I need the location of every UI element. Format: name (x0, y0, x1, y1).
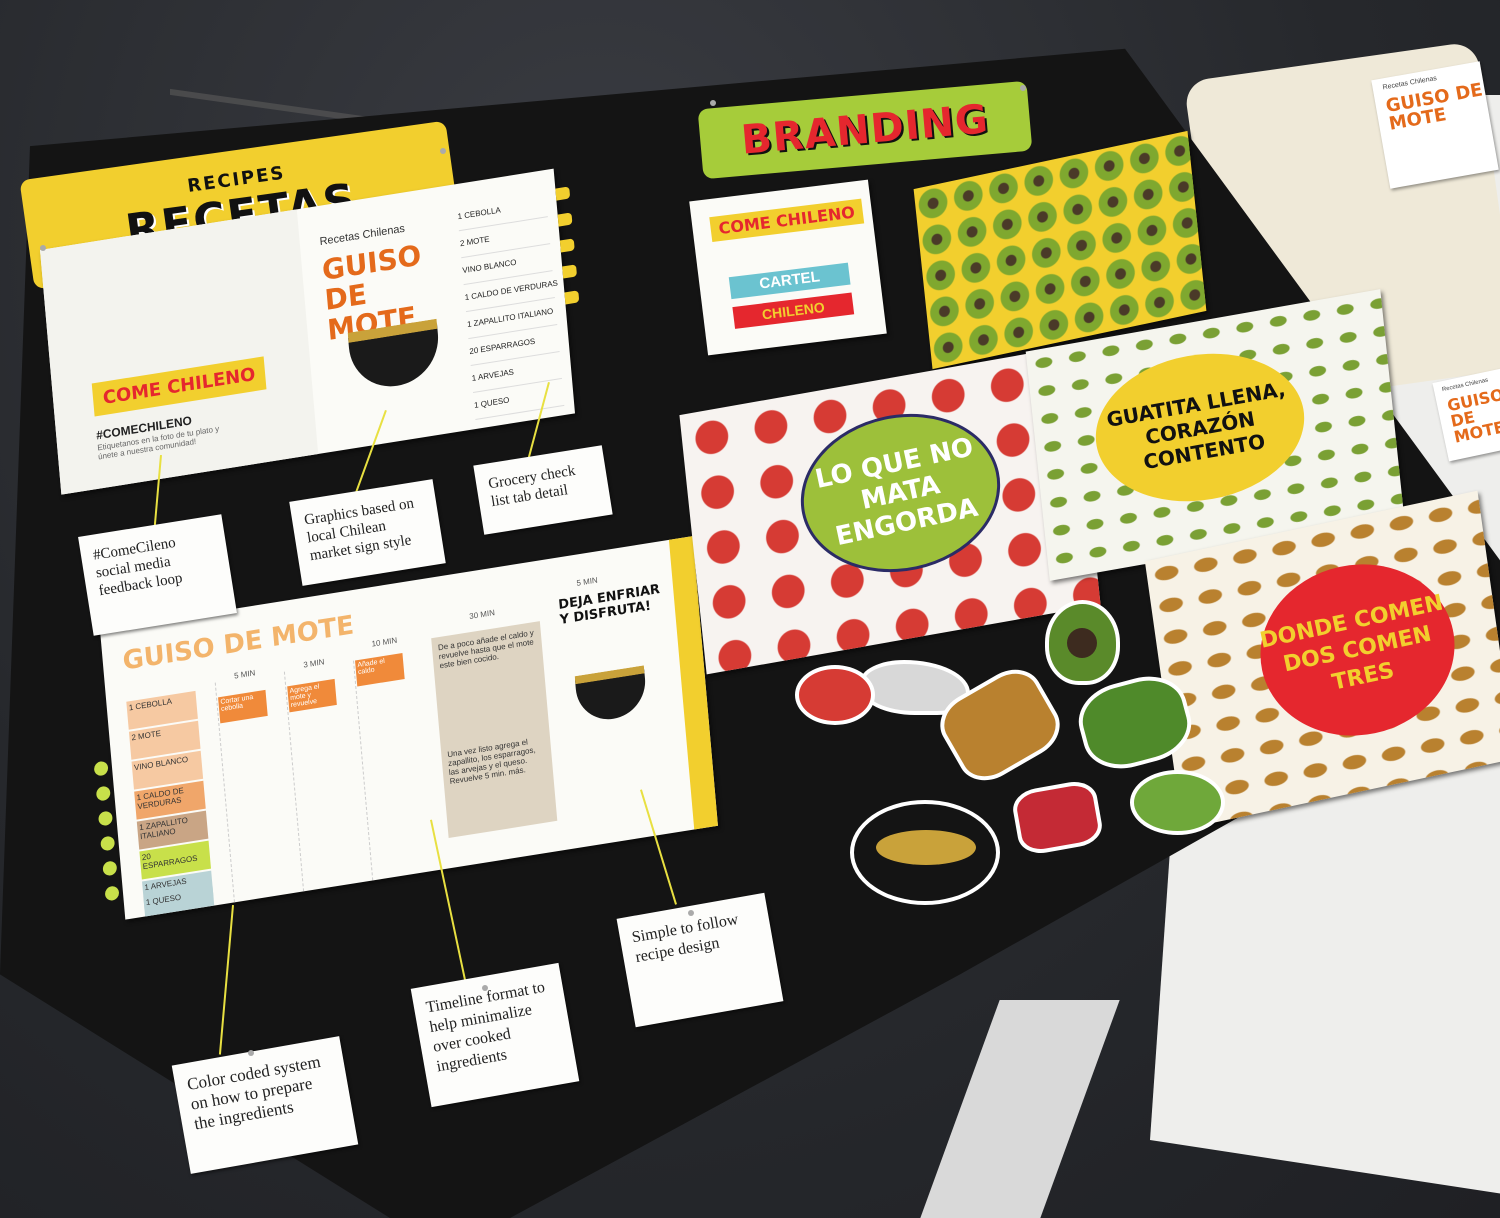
mini-recipe-card: Recetas Chilenas GUISO DE MOTE (1371, 61, 1499, 189)
mini-card-title: GUISO DE MOTE (1384, 79, 1485, 135)
check-tab (555, 186, 571, 201)
time-label: 10 MIN (371, 635, 398, 649)
check-tab (564, 290, 580, 305)
come-chileno-logo: COME CHILENO (709, 198, 865, 243)
tomato-sticker (795, 665, 875, 725)
cartel-chileno-card: COME CHILENO CARTEL CHILENO (689, 179, 887, 356)
cartel-label: CARTEL (728, 262, 851, 300)
instructions-bottom: Una vez listo agrega el zapallito, los e… (446, 737, 536, 787)
pin (40, 245, 46, 251)
chileno-label: CHILENO (732, 292, 855, 329)
check-tab (562, 264, 578, 279)
mini-card-2-title: GUISO DE MOTE (1445, 384, 1500, 447)
branding-title: BRANDING (739, 96, 991, 164)
check-tab (557, 212, 573, 227)
pin (688, 910, 694, 916)
time-label: 5 MIN (576, 575, 599, 588)
pin (482, 985, 488, 991)
pin (248, 1050, 254, 1056)
time-label: 30 MIN (468, 608, 496, 622)
pin (1020, 85, 1026, 91)
check-tab (559, 238, 575, 253)
note-timeline: Timeline format to help minimalize over … (410, 962, 580, 1108)
time-column (353, 651, 433, 881)
bowl-illustration (347, 318, 442, 393)
avocado-sticker (1045, 600, 1120, 685)
recipe-card-left-page (40, 209, 319, 495)
final-step-text: DEJA ENFRIAR Y DISFRUTA! (557, 581, 661, 628)
pin (440, 148, 446, 154)
pin (710, 100, 716, 106)
lime-sticker (1130, 770, 1225, 835)
instructions-top: De a poco añade el caldo y revuelve hast… (437, 628, 535, 671)
bowl-illustration (574, 665, 649, 725)
instructions-panel: De a poco añade el caldo y revuelve hast… (431, 621, 558, 839)
bowl-sticker (850, 800, 1000, 905)
